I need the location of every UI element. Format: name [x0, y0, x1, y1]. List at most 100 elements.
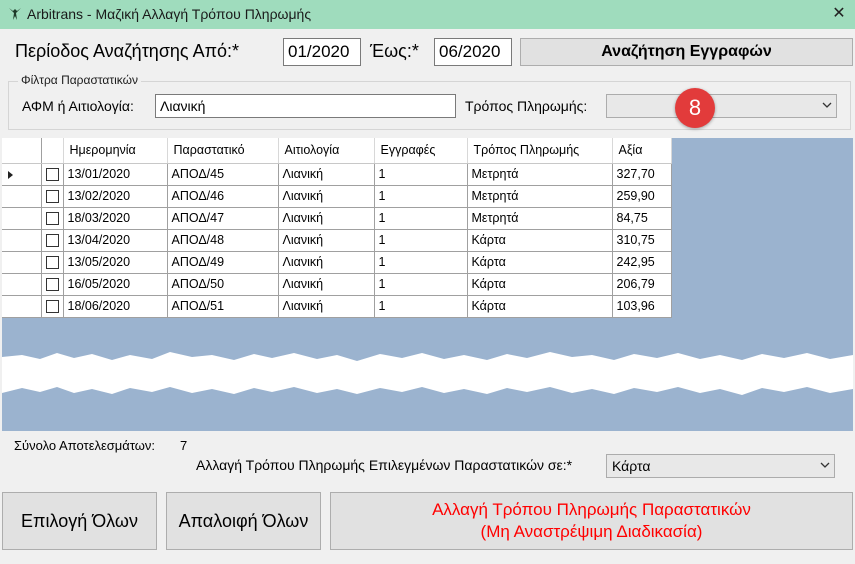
row-checkbox-cell — [41, 229, 64, 252]
cell-reason[interactable]: Λιανική — [278, 295, 375, 318]
cell-date[interactable]: 18/06/2020 — [63, 295, 168, 318]
table-row[interactable]: 13/01/2020 ΑΠΟΔ/45 Λιανική 1 Μετρητά 327,70 — [2, 163, 672, 186]
row-checkbox[interactable] — [45, 278, 59, 292]
row-header[interactable] — [2, 207, 42, 230]
cell-entries[interactable]: 1 — [374, 163, 468, 186]
cell-document[interactable]: ΑΠΟΔ/45 — [167, 163, 279, 186]
grid-header-row: Ημερομηνία Παραστατικό Αιτιολογία Εγγραφ… — [2, 138, 672, 164]
column-header-payment[interactable]: Τρόπος Πληρωμής — [467, 138, 613, 164]
current-row-arrow-icon — [8, 170, 13, 179]
period-from-input[interactable]: 01/2020 — [283, 38, 361, 66]
cell-entries[interactable]: 1 — [374, 273, 468, 296]
cell-document[interactable]: ΑΠΟΔ/46 — [167, 185, 279, 208]
chevron-down-icon — [822, 102, 832, 108]
cell-date[interactable]: 13/01/2020 — [63, 163, 168, 186]
cell-entries[interactable]: 1 — [374, 229, 468, 252]
cell-date[interactable]: 18/03/2020 — [63, 207, 168, 230]
apply-button-line1: Αλλαγή Τρόπου Πληρωμής Παραστατικών — [432, 500, 751, 519]
row-header[interactable] — [2, 295, 42, 318]
payment-filter-select[interactable] — [606, 94, 837, 118]
close-button[interactable]: ✕ — [826, 3, 852, 25]
row-header-corner — [2, 138, 42, 164]
cell-value[interactable]: 84,75 — [612, 207, 672, 230]
chevron-down-icon — [820, 462, 830, 468]
search-records-button[interactable]: Αναζήτηση Εγγραφών — [520, 38, 853, 66]
filters-group-title: Φίλτρα Παραστατικών — [18, 73, 141, 87]
change-payment-select[interactable]: Κάρτα — [606, 454, 835, 478]
column-header-date[interactable]: Ημερομηνία — [63, 138, 168, 164]
cell-entries[interactable]: 1 — [374, 251, 468, 274]
apply-payment-change-button[interactable]: Αλλαγή Τρόπου Πληρωμής Παραστατικών (Μη … — [330, 492, 853, 550]
row-checkbox[interactable] — [45, 212, 59, 226]
row-checkbox[interactable] — [45, 234, 59, 248]
table-row[interactable]: 18/06/2020 ΑΠΟΔ/51 Λιανική 1 Κάρτα 103,96 — [2, 295, 672, 318]
cell-value[interactable]: 103,96 — [612, 295, 672, 318]
cell-date[interactable]: 13/05/2020 — [63, 251, 168, 274]
cell-payment[interactable]: Κάρτα — [467, 273, 613, 296]
column-header-document[interactable]: Παραστατικό — [167, 138, 279, 164]
afm-reason-input[interactable]: Λιανική — [155, 94, 456, 118]
row-checkbox-cell — [41, 207, 64, 230]
cell-date[interactable]: 16/05/2020 — [63, 273, 168, 296]
row-checkbox[interactable] — [45, 300, 59, 314]
cell-document[interactable]: ΑΠΟΔ/48 — [167, 229, 279, 252]
cell-payment[interactable]: Κάρτα — [467, 295, 613, 318]
torn-edge-decoration — [2, 352, 853, 395]
cell-value[interactable]: 242,95 — [612, 251, 672, 274]
row-header[interactable] — [2, 185, 42, 208]
total-results-label: Σύνολο Αποτελεσμάτων: — [14, 438, 156, 453]
cell-reason[interactable]: Λιανική — [278, 207, 375, 230]
cell-payment[interactable]: Μετρητά — [467, 185, 613, 208]
clear-all-button[interactable]: Απαλοιφή Όλων — [166, 492, 321, 550]
cell-date[interactable]: 13/04/2020 — [63, 229, 168, 252]
cell-reason[interactable]: Λιανική — [278, 229, 375, 252]
row-header[interactable] — [2, 273, 42, 296]
cell-date[interactable]: 13/02/2020 — [63, 185, 168, 208]
cell-payment[interactable]: Κάρτα — [467, 229, 613, 252]
total-results-value: 7 — [180, 438, 188, 453]
cell-document[interactable]: ΑΠΟΔ/50 — [167, 273, 279, 296]
results-grid[interactable]: Ημερομηνία Παραστατικό Αιτιολογία Εγγραφ… — [2, 138, 853, 431]
select-all-button[interactable]: Επιλογή Όλων — [2, 492, 157, 550]
cell-entries[interactable]: 1 — [374, 207, 468, 230]
step-badge: 8 — [675, 88, 715, 128]
table-row[interactable]: 13/04/2020 ΑΠΟΔ/48 Λιανική 1 Κάρτα 310,75 — [2, 229, 672, 252]
row-checkbox-cell — [41, 295, 64, 318]
cell-document[interactable]: ΑΠΟΔ/51 — [167, 295, 279, 318]
checkbox-column-header — [41, 138, 64, 164]
cell-reason[interactable]: Λιανική — [278, 163, 375, 186]
cell-payment[interactable]: Μετρητά — [467, 163, 613, 186]
cell-document[interactable]: ΑΠΟΔ/49 — [167, 251, 279, 274]
row-checkbox[interactable] — [45, 256, 59, 270]
cell-payment[interactable]: Μετρητά — [467, 207, 613, 230]
cell-document[interactable]: ΑΠΟΔ/47 — [167, 207, 279, 230]
column-header-entries[interactable]: Εγγραφές — [374, 138, 468, 164]
row-header[interactable] — [2, 251, 42, 274]
cell-reason[interactable]: Λιανική — [278, 273, 375, 296]
cell-value[interactable]: 259,90 — [612, 185, 672, 208]
table-row[interactable]: 13/02/2020 ΑΠΟΔ/46 Λιανική 1 Μετρητά 259,90 — [2, 185, 672, 208]
cell-entries[interactable]: 1 — [374, 295, 468, 318]
table-row[interactable]: 16/05/2020 ΑΠΟΔ/50 Λιανική 1 Κάρτα 206,79 — [2, 273, 672, 296]
eagle-logo-icon — [9, 8, 21, 20]
cell-value[interactable]: 310,75 — [612, 229, 672, 252]
cell-value[interactable]: 327,70 — [612, 163, 672, 186]
row-checkbox-cell — [41, 163, 64, 186]
column-header-reason[interactable]: Αιτιολογία — [278, 138, 375, 164]
cell-reason[interactable]: Λιανική — [278, 251, 375, 274]
period-to-input[interactable]: 06/2020 — [434, 38, 512, 66]
row-checkbox[interactable] — [45, 190, 59, 204]
row-header[interactable] — [2, 229, 42, 252]
cell-value[interactable]: 206,79 — [612, 273, 672, 296]
period-to-label: Έως:* — [370, 41, 419, 61]
column-header-value[interactable]: Αξία — [612, 138, 672, 164]
cell-entries[interactable]: 1 — [374, 185, 468, 208]
cell-reason[interactable]: Λιανική — [278, 185, 375, 208]
row-checkbox-cell — [41, 251, 64, 274]
cell-payment[interactable]: Κάρτα — [467, 251, 613, 274]
row-header[interactable] — [2, 163, 42, 186]
table-row[interactable]: 13/05/2020 ΑΠΟΔ/49 Λιανική 1 Κάρτα 242,95 — [2, 251, 672, 274]
row-checkbox-cell — [41, 273, 64, 296]
row-checkbox[interactable] — [45, 168, 59, 182]
table-row[interactable]: 18/03/2020 ΑΠΟΔ/47 Λιανική 1 Μετρητά 84,75 — [2, 207, 672, 230]
